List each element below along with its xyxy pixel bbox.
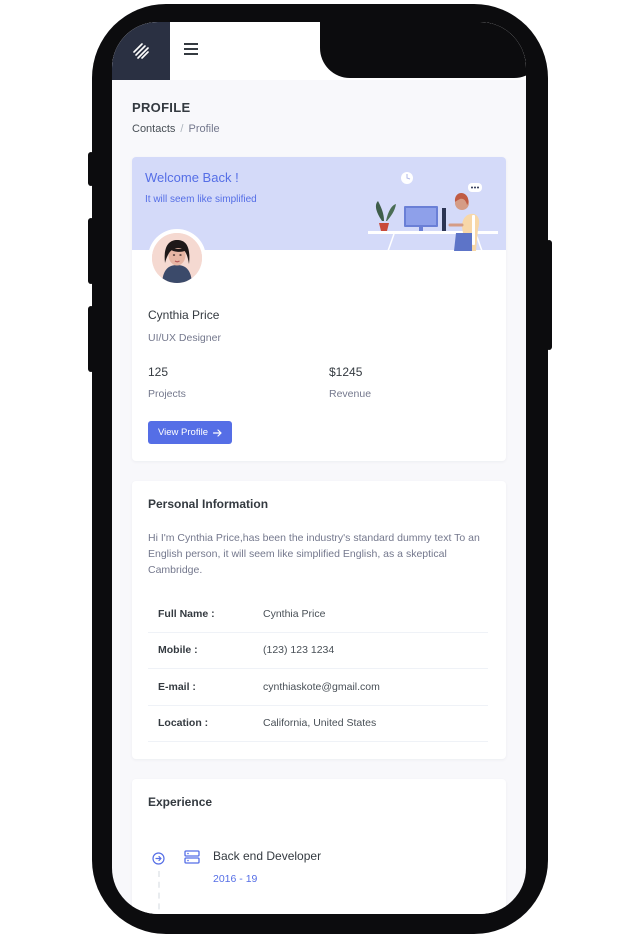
breadcrumb-contacts-link[interactable]: Contacts xyxy=(132,123,175,135)
welcome-heading: Welcome Back ! xyxy=(145,170,239,185)
table-row: Location : California, United States xyxy=(148,706,488,742)
personal-bio: Hi I'm Cynthia Price,has been the indust… xyxy=(148,532,480,576)
table-row: Mobile : (123) 123 1234 xyxy=(148,633,488,669)
location-value: California, United States xyxy=(263,717,377,730)
personal-info-table: Full Name : Cynthia Price Mobile : (123)… xyxy=(148,596,488,742)
personal-info-title: Personal Information xyxy=(148,497,269,511)
arrow-circle-right-icon xyxy=(152,852,165,865)
logo-stripes-icon xyxy=(133,43,149,59)
projects-count: 125 xyxy=(148,365,169,379)
view-profile-label: View Profile xyxy=(158,427,208,438)
logo[interactable] xyxy=(112,22,170,80)
mobile-key: Mobile : xyxy=(158,644,198,657)
phone-screen: PROFILE Contacts / Profile Welcome Back ! … xyxy=(112,22,526,914)
phone-power-button xyxy=(546,240,552,350)
full-name-value: Cynthia Price xyxy=(263,607,326,620)
revenue-value: $1245 xyxy=(329,365,363,379)
page-title: PROFILE xyxy=(132,100,191,115)
phone-volume-down-button xyxy=(88,306,94,372)
profile-name: Cynthia Price xyxy=(148,308,220,322)
arrow-right-icon xyxy=(213,428,222,437)
profile-avatar xyxy=(148,229,206,287)
timeline-line xyxy=(158,871,160,914)
full-name-key: Full Name : xyxy=(158,607,215,620)
location-key: Location : xyxy=(158,717,209,730)
phone-mute-switch xyxy=(88,152,94,186)
personal-info-card: Personal Information Hi I'm Cynthia Pric… xyxy=(132,481,506,759)
phone-notch xyxy=(320,22,526,78)
desk-illustration xyxy=(368,172,498,251)
phone-volume-up-button xyxy=(88,218,94,284)
view-profile-button[interactable]: View Profile xyxy=(148,421,232,444)
experience-card: Experience Back end Developer 2016 - 19 xyxy=(132,779,506,914)
revenue-label: Revenue xyxy=(329,388,372,400)
experience-item-title: Back end Developer xyxy=(213,849,322,863)
breadcrumb: Contacts / Profile xyxy=(132,123,220,135)
welcome-subheading: It will seem like simplified xyxy=(145,194,257,205)
email-value: cynthiaskote@gmail.com xyxy=(263,680,380,693)
breadcrumb-current: Profile xyxy=(188,123,220,135)
welcome-card: Welcome Back ! It will seem like simplif… xyxy=(132,157,506,461)
experience-title: Experience xyxy=(148,795,213,809)
email-key: E-mail : xyxy=(158,680,196,693)
avatar-portrait-icon xyxy=(152,233,202,283)
server-icon xyxy=(184,850,200,864)
mobile-value: (123) 123 1234 xyxy=(263,644,335,657)
experience-item-dates: 2016 - 19 xyxy=(213,873,258,885)
projects-label: Projects xyxy=(148,388,186,400)
profile-role: UI/UX Designer xyxy=(148,332,221,344)
table-row: Full Name : Cynthia Price xyxy=(148,596,488,633)
table-row: E-mail : cynthiaskote@gmail.com xyxy=(148,669,488,706)
hamburger-icon[interactable] xyxy=(184,43,198,55)
